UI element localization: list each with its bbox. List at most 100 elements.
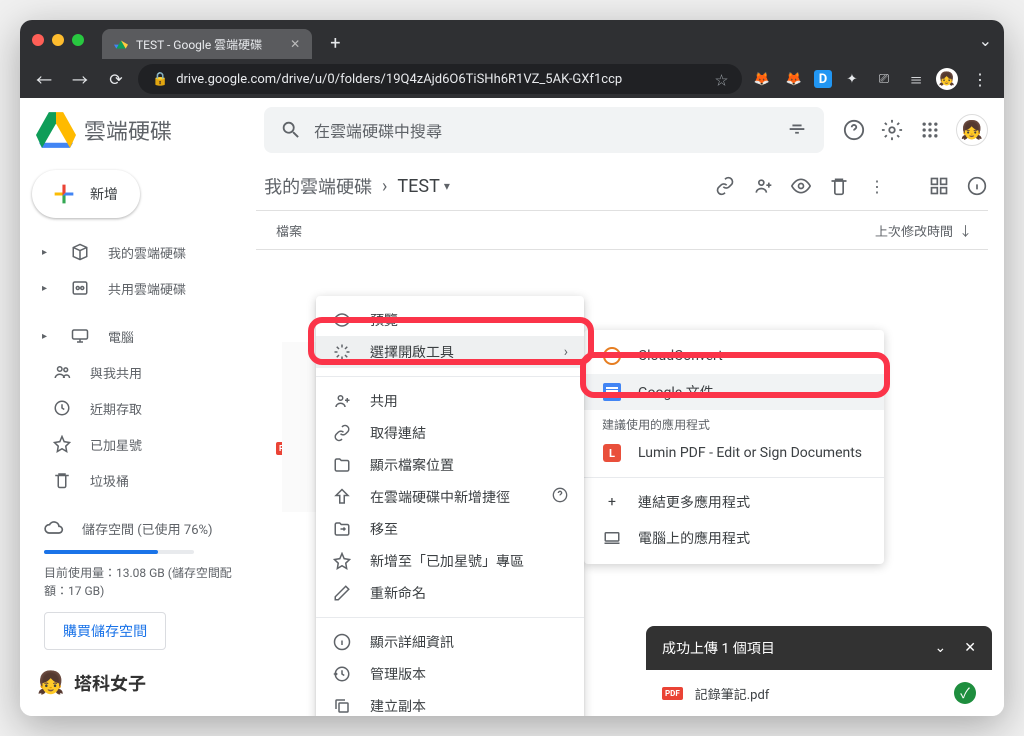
cm-show-location[interactable]: 顯示檔案位置 [316, 449, 584, 481]
browser-tab[interactable]: TEST - Google 雲端硬碟 ✕ [102, 29, 312, 59]
toast-filename: 記錄筆記.pdf [695, 684, 770, 703]
sidebar-item-computers[interactable]: ▸電腦 [20, 318, 242, 354]
logo-area[interactable]: 雲端硬碟 [36, 110, 256, 150]
sidebar-item-shared-with-me[interactable]: 與我共用 [20, 354, 242, 390]
breadcrumb-root[interactable]: 我的雲端硬碟 [264, 173, 372, 199]
search-placeholder: 在雲端硬碟中搜尋 [314, 118, 774, 142]
chevron-right-icon: › [564, 344, 568, 360]
sidebar-item-recent[interactable]: 近期存取 [20, 390, 242, 426]
cm-add-shortcut[interactable]: 在雲端硬碟中新增捷徑 [316, 481, 584, 513]
drive-favicon-icon [114, 37, 128, 51]
cloud-icon [44, 518, 64, 538]
cast-icon[interactable]: ⎚ [872, 67, 896, 91]
extension-icon-1[interactable]: 🦊 [750, 67, 774, 91]
copy-icon [332, 696, 352, 716]
new-button-label: 新增 [90, 184, 118, 204]
sm-more-apps[interactable]: +連結更多應用程式 [584, 484, 884, 520]
menu-separator [316, 376, 584, 377]
column-name[interactable]: 檔案 [276, 221, 302, 240]
profile-avatar[interactable]: 👧 [956, 114, 988, 146]
cm-preview[interactable]: 預覽 [316, 304, 584, 336]
close-window[interactable] [32, 34, 44, 46]
column-modified[interactable]: 上次修改時間 ↓ [875, 221, 972, 240]
delete-icon[interactable] [828, 175, 850, 197]
back-button[interactable]: ← [30, 65, 58, 93]
sidebar-item-my-drive[interactable]: ▸我的雲端硬碟 [20, 234, 242, 270]
plus-icon [50, 180, 78, 208]
search-bar[interactable]: 在雲端硬碟中搜尋 [264, 107, 824, 153]
url-text: drive.google.com/drive/u/0/folders/19Q4z… [176, 72, 622, 87]
chevron-right-icon: ▸ [42, 331, 52, 342]
cm-copy[interactable]: 建立副本 [316, 690, 584, 716]
breadcrumb-current[interactable]: TEST ▾ [397, 176, 449, 197]
reload-button[interactable]: ⟳ [102, 65, 130, 93]
new-tab-button[interactable]: + [330, 33, 340, 54]
extensions-puzzle-icon[interactable]: ✦ [840, 67, 864, 91]
settings-gear-icon[interactable] [880, 118, 904, 142]
storage-row[interactable]: 儲存空間 (已使用 76%) [44, 518, 232, 538]
success-check-icon: ✓ [954, 682, 976, 704]
extension-icon-d[interactable]: D [814, 70, 832, 88]
move-icon [332, 519, 352, 539]
bookmark-star-icon[interactable]: ☆ [715, 70, 728, 89]
url-input[interactable]: 🔒 drive.google.com/drive/u/0/folders/19Q… [138, 64, 742, 94]
cm-move[interactable]: 移至 [316, 513, 584, 545]
cloudconvert-icon [602, 346, 622, 366]
chevron-down-icon[interactable]: ⌄ [979, 31, 992, 50]
cm-rename[interactable]: 重新命名 [316, 577, 584, 609]
sidebar-item-trash[interactable]: 垃圾桶 [20, 462, 242, 498]
app-header: 雲端硬碟 在雲端硬碟中搜尋 👧 [20, 98, 1004, 162]
help-icon[interactable] [552, 487, 568, 507]
cm-get-link[interactable]: 取得連結 [316, 417, 584, 449]
buy-storage-button[interactable]: 購買儲存空間 [44, 612, 166, 650]
breadcrumb: 我的雲端硬碟 › TEST ▾ [264, 173, 450, 199]
sm-desktop-apps[interactable]: 電腦上的應用程式 [584, 520, 884, 556]
upload-toast: 成功上傳 1 個項目 ⌄ ✕ PDF 記錄筆記.pdf ✓ [646, 626, 992, 716]
file-actions: ⋮ [714, 175, 988, 197]
toast-collapse-icon[interactable]: ⌄ [935, 640, 947, 656]
minimize-window[interactable] [52, 34, 64, 46]
sm-cloudconvert[interactable]: CloudConvert [584, 338, 884, 374]
toast-close-icon[interactable]: ✕ [964, 640, 976, 656]
tab-close-icon[interactable]: ✕ [290, 37, 300, 51]
window-controls [32, 34, 84, 46]
forward-button[interactable]: → [66, 65, 94, 93]
add-person-icon[interactable] [752, 175, 774, 197]
extension-icon-2[interactable]: 🦊 [782, 67, 806, 91]
profile-avatar-chrome[interactable]: 👧 [936, 68, 958, 90]
sm-lumin-pdf[interactable]: LLumin PDF - Edit or Sign Documents [584, 435, 884, 471]
arrow-down-icon: ↓ [959, 221, 972, 240]
apps-grid-icon[interactable] [918, 118, 942, 142]
maximize-window[interactable] [72, 34, 84, 46]
cm-share[interactable]: 共用 [316, 385, 584, 417]
more-vert-icon[interactable]: ⋮ [866, 175, 888, 197]
chrome-menu-icon[interactable]: ⋮ [966, 65, 994, 93]
list-header: 檔案 上次修改時間 ↓ [256, 210, 988, 250]
link-icon[interactable] [714, 175, 736, 197]
sidebar-item-shared-drives[interactable]: ▸共用雲端硬碟 [20, 270, 242, 306]
chevron-right-icon: › [382, 176, 387, 197]
chevron-right-icon: ▸ [42, 247, 52, 258]
cm-versions[interactable]: 管理版本 [316, 658, 584, 690]
cm-star[interactable]: 新增至「已加星號」專區 [316, 545, 584, 577]
new-button[interactable]: 新增 [32, 170, 140, 218]
sidebar-item-starred[interactable]: 已加星號 [20, 426, 242, 462]
eye-icon[interactable] [790, 175, 812, 197]
filter-icon[interactable] [786, 119, 808, 141]
storage-detail: 目前使用量：13.08 GB (儲存空間配額：17 GB) [44, 564, 232, 600]
google-docs-icon [602, 382, 622, 402]
cm-details[interactable]: 顯示詳細資訊 [316, 626, 584, 658]
playlist-icon[interactable]: ≡ [904, 67, 928, 91]
drive-logo-icon [36, 110, 76, 150]
help-icon[interactable] [842, 118, 866, 142]
plus-icon: + [602, 492, 622, 512]
history-icon [332, 664, 352, 684]
cm-open-with[interactable]: 選擇開啟工具› [316, 336, 584, 368]
brand-watermark: 👧 塔科女子 [34, 666, 146, 700]
toast-body[interactable]: PDF 記錄筆記.pdf ✓ [646, 670, 992, 716]
info-icon[interactable] [966, 175, 988, 197]
sm-google-docs[interactable]: Google 文件 [584, 374, 884, 410]
people-icon [52, 362, 72, 382]
context-menu: 預覽 選擇開啟工具› 共用 取得連結 顯示檔案位置 在雲端硬碟中新增捷徑 移至 … [316, 296, 584, 716]
grid-view-icon[interactable] [928, 175, 950, 197]
